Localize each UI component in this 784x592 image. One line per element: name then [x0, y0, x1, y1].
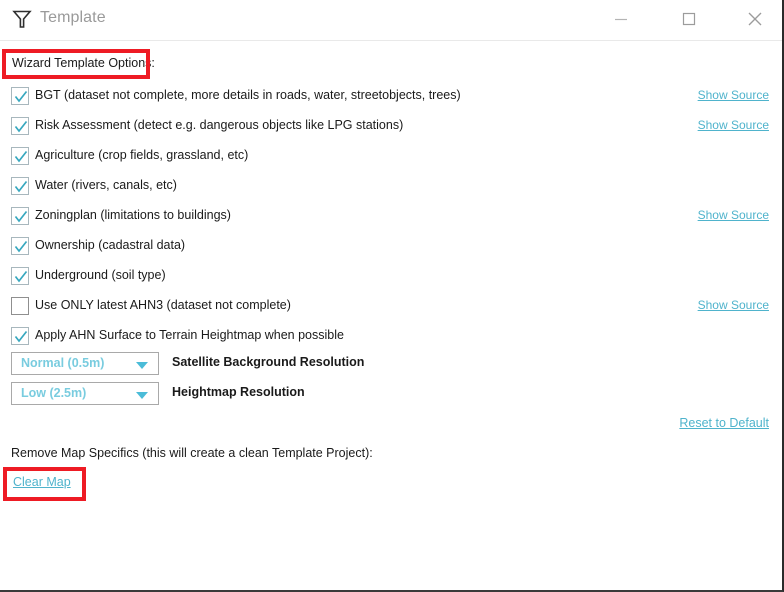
dropdown-caption: Heightmap Resolution [172, 385, 305, 399]
reset-to-default-link[interactable]: Reset to Default [679, 416, 769, 430]
clear-map-button[interactable]: Clear Map [13, 475, 71, 489]
dropdown-row: Low (2.5m) Heightmap Resolution [0, 382, 782, 406]
option-label: Ownership (cadastral data) [35, 238, 186, 252]
show-source-link[interactable]: Show Source [698, 118, 769, 133]
option-row: Risk Assessment (detect e.g. dangerous o… [0, 114, 782, 140]
option-label: Use ONLY latest AHN3 (dataset not comple… [35, 298, 291, 312]
checkbox-checked[interactable] [11, 87, 29, 105]
dropdown-value: Low (2.5m) [21, 386, 87, 400]
option-row: BGT (dataset not complete, more details … [0, 84, 782, 110]
chevron-down-icon [136, 392, 148, 399]
option-row: Zoningplan (limitations to buildings) Sho… [0, 204, 782, 230]
show-source-link[interactable]: Show Source [698, 208, 769, 223]
option-row: Use ONLY latest AHN3 (dataset not comple… [0, 294, 782, 320]
show-source-link[interactable]: Show Source [698, 88, 769, 103]
checkbox-checked[interactable] [11, 177, 29, 195]
chevron-down-icon [136, 362, 148, 369]
dropdown-heightmap-resolution[interactable]: Low (2.5m) [11, 382, 159, 405]
option-label: Risk Assessment (detect e.g. dangerous o… [35, 118, 404, 132]
option-label: Apply AHN Surface to Terrain Heightmap w… [35, 328, 344, 342]
option-label: Zoningplan (limitations to buildings) [35, 208, 231, 222]
checkbox-checked[interactable] [11, 327, 29, 345]
checkbox-checked[interactable] [11, 207, 29, 225]
option-row: Ownership (cadastral data) [0, 234, 782, 260]
option-row: Agriculture (crop fields, grassland, etc… [0, 144, 782, 170]
section-label: Wizard Template Options: [12, 56, 155, 70]
checkbox-checked[interactable] [11, 117, 29, 135]
option-row: Underground (soil type) [0, 264, 782, 290]
checkbox-checked[interactable] [11, 147, 29, 165]
checkbox-unchecked[interactable] [11, 297, 29, 315]
maximize-button[interactable] [666, 0, 712, 38]
dropdown-value: Normal (0.5m) [21, 356, 105, 370]
window-title: Template [40, 9, 106, 26]
funnel-icon [11, 8, 33, 30]
remove-map-specifics-caption: Remove Map Specifics (this will create a… [11, 446, 373, 460]
dropdown-caption: Satellite Background Resolution [172, 355, 365, 369]
checkbox-checked[interactable] [11, 237, 29, 255]
option-label: Water (rivers, canals, etc) [35, 178, 177, 192]
minimize-button[interactable] [598, 0, 644, 38]
option-label: Agriculture (crop fields, grassland, etc… [35, 148, 249, 162]
option-label: BGT (dataset not complete, more details … [35, 88, 461, 102]
template-window: Template Wizard Template Options: BGT (d… [0, 0, 784, 592]
option-label: Underground (soil type) [35, 268, 166, 282]
title-bar: Template [0, 0, 782, 41]
option-row: Apply AHN Surface to Terrain Heightmap w… [0, 324, 782, 350]
option-row: Water (rivers, canals, etc) [0, 174, 782, 200]
dropdown-row: Normal (0.5m) Satellite Background Resolu… [0, 352, 782, 376]
dropdown-satellite-resolution[interactable]: Normal (0.5m) [11, 352, 159, 375]
show-source-link[interactable]: Show Source [698, 298, 769, 313]
checkbox-checked[interactable] [11, 267, 29, 285]
close-button[interactable] [732, 0, 778, 38]
